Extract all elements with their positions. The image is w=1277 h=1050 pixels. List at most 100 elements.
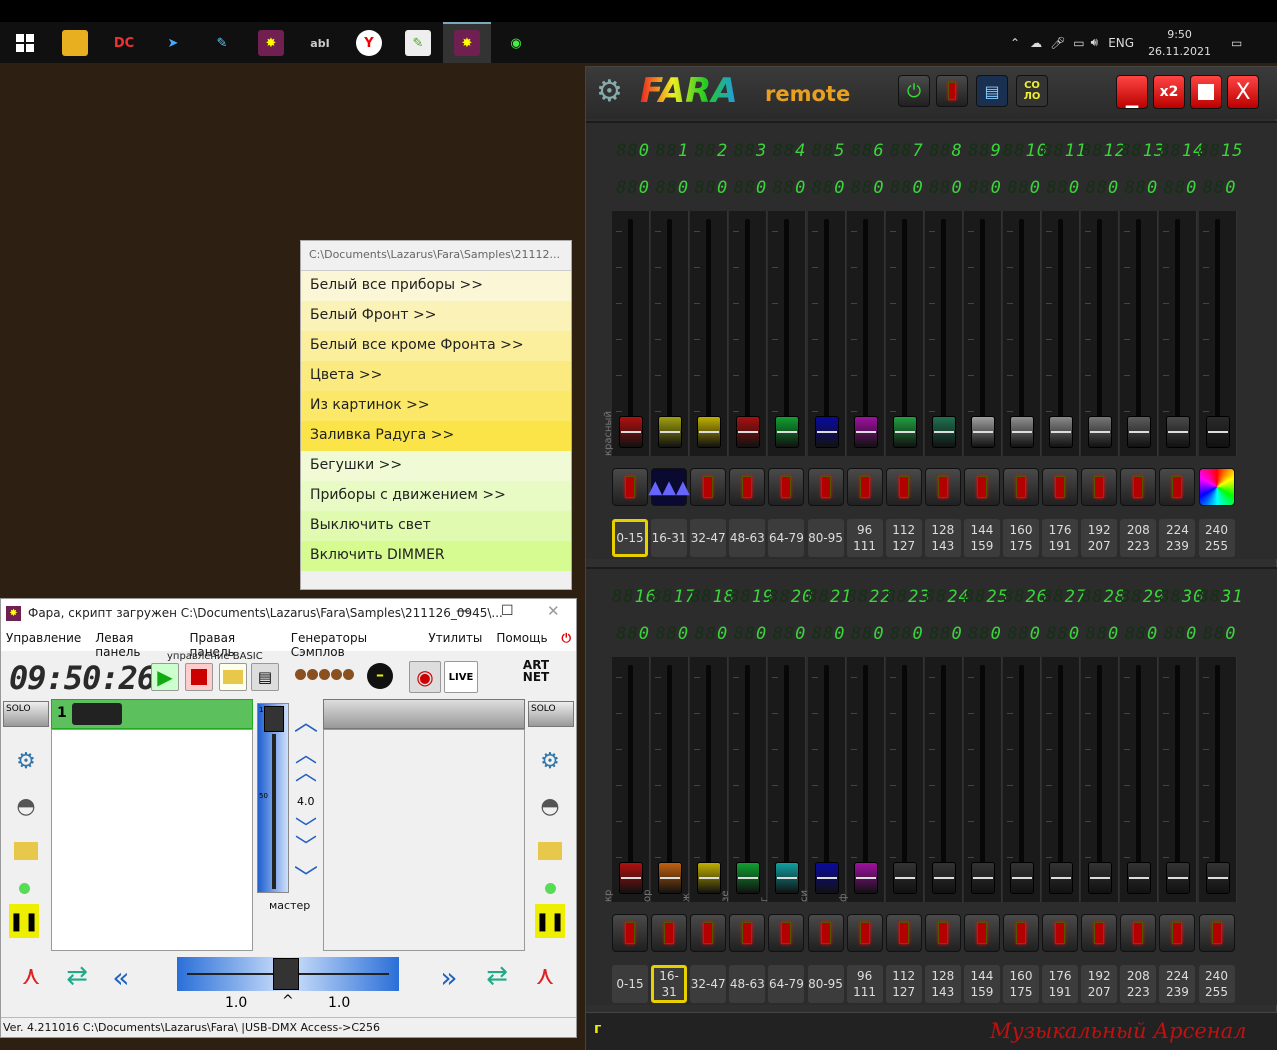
channel-toggle-button[interactable] (846, 914, 883, 952)
channel-toggle-button[interactable] (690, 914, 727, 952)
right-solo-button[interactable]: SOLO (528, 701, 574, 727)
channel-fader[interactable] (1198, 211, 1237, 456)
page-select-button[interactable]: 112 127 (885, 519, 922, 557)
live-button[interactable]: LIVE (444, 661, 478, 693)
left-rewind-icon[interactable]: « (103, 961, 139, 997)
page-select-button[interactable]: 240 255 (1198, 965, 1235, 1003)
popup-menu-item[interactable]: Выключить свет (301, 511, 571, 541)
minimize-icon[interactable]: — (456, 603, 470, 619)
page-select-button[interactable]: 192 207 (1081, 965, 1118, 1003)
left-solo-button[interactable]: SOLO (3, 701, 49, 727)
left-gauge-icon[interactable]: ◓ (9, 789, 43, 823)
page-select-button[interactable]: 48-63 (729, 965, 766, 1003)
channel-fader[interactable] (729, 211, 768, 456)
popup-menu-item[interactable]: Белый Фронт >> (301, 301, 571, 331)
record-button[interactable] (936, 75, 968, 107)
popup-menu-item[interactable]: Цвета >> (301, 361, 571, 391)
page-select-button[interactable]: 176 191 (1042, 965, 1079, 1003)
maximize-icon[interactable]: ☐ (501, 603, 514, 619)
page-select-button[interactable]: 160 175 (1003, 519, 1039, 557)
right-folder-icon[interactable] (533, 834, 567, 868)
file-explorer-icon[interactable] (62, 30, 88, 56)
fader-knob[interactable] (854, 417, 877, 447)
channel-fader[interactable] (651, 211, 690, 456)
master-fader-knob[interactable] (264, 706, 284, 732)
speed-down-fast-button[interactable]: ﹀ ﹀ (294, 819, 318, 859)
left-swap-icon[interactable]: ⇄ (59, 961, 95, 997)
menu-control[interactable]: Управление (6, 631, 81, 649)
page-select-button[interactable]: 16-31 (651, 519, 688, 557)
channel-toggle-button[interactable] (729, 468, 766, 506)
fader-knob[interactable] (620, 417, 642, 447)
channel-toggle-button[interactable] (1003, 914, 1039, 952)
notification-icon[interactable]: ▭ (1231, 36, 1242, 50)
fader-knob[interactable] (932, 863, 955, 893)
speed-down-button[interactable]: ﹀ (294, 866, 318, 893)
speed-up-fast-button[interactable]: ︿ ︿ (294, 745, 318, 785)
channel-fader[interactable] (1120, 211, 1159, 456)
close-button[interactable]: X (1227, 75, 1259, 109)
menu-help[interactable]: Помощь (496, 631, 547, 649)
channel-toggle-button[interactable]: ▲▲▲ (648, 468, 690, 506)
gear-icon[interactable]: ⚙ (596, 77, 623, 107)
page-select-button[interactable]: 144 159 (963, 965, 1000, 1003)
maximize-button[interactable] (1190, 75, 1222, 109)
popup-menu-item[interactable]: Заливка Радуга >> (301, 421, 571, 451)
windows-start-icon[interactable] (12, 30, 38, 56)
fader-knob[interactable] (893, 417, 916, 447)
channel-fader[interactable] (1003, 657, 1041, 902)
fader-knob[interactable] (1089, 863, 1112, 893)
fader-knob[interactable] (815, 863, 838, 893)
page-select-button[interactable]: 112 127 (885, 965, 922, 1003)
stop-button[interactable] (185, 663, 213, 691)
x2-button[interactable]: x2 (1153, 75, 1185, 109)
page-select-button[interactable]: 80-95 (807, 519, 844, 557)
channel-fader[interactable]: зе (720, 657, 768, 902)
channel-fader[interactable] (1042, 657, 1081, 902)
moving-head-button[interactable]: ◉ (409, 661, 441, 693)
close-icon[interactable]: ✕ (547, 602, 560, 620)
app-pen-icon[interactable]: ✎ (405, 30, 431, 56)
right-crossfade-icon[interactable]: ⋏ (527, 961, 563, 997)
page-select-button[interactable]: 240 255 (1198, 519, 1235, 557)
fader-knob[interactable] (698, 863, 721, 893)
play-button[interactable]: ▶ (151, 663, 179, 691)
fader-knob[interactable] (1050, 863, 1073, 893)
channel-fader[interactable]: г (759, 657, 807, 902)
page-select-button[interactable]: 32-47 (690, 965, 727, 1003)
fader-knob[interactable] (1011, 417, 1033, 447)
open-folder-button[interactable] (219, 663, 247, 691)
channel-fader[interactable]: красный (603, 211, 650, 456)
channel-fader[interactable] (768, 211, 807, 456)
fader-knob[interactable] (1050, 417, 1073, 447)
crossfader-knob[interactable] (273, 958, 299, 990)
menu-right-panel[interactable]: Правая панель (190, 631, 277, 659)
channel-fader[interactable]: кр (603, 657, 650, 902)
channel-toggle-button[interactable] (768, 914, 805, 952)
clock[interactable]: 9:50 26.11.2021 (1148, 26, 1211, 60)
channel-toggle-button[interactable] (1198, 468, 1235, 506)
channel-toggle-button[interactable] (1120, 914, 1157, 952)
channel-toggle-button[interactable] (612, 468, 648, 506)
page-select-button[interactable]: 128 143 (924, 965, 961, 1003)
channel-toggle-button[interactable] (612, 914, 648, 952)
fader-knob[interactable] (1167, 417, 1190, 447)
knob-icon[interactable]: – (367, 663, 393, 689)
channel-fader[interactable] (963, 211, 1002, 456)
channel-toggle-button[interactable] (885, 468, 922, 506)
fader-knob[interactable] (971, 863, 994, 893)
power-button[interactable]: ⏻ (898, 75, 930, 107)
page-select-button[interactable]: 224 239 (1159, 519, 1196, 557)
page-select-button[interactable]: 64-79 (768, 519, 805, 557)
channel-toggle-button[interactable] (651, 914, 688, 952)
fader-knob[interactable] (971, 417, 994, 447)
page-select-button[interactable]: 208 223 (1120, 519, 1157, 557)
channel-fader[interactable] (1081, 657, 1120, 902)
microphone-icon[interactable]: 🎤︎ (1050, 36, 1065, 50)
popup-menu-item[interactable]: Из картинок >> (301, 391, 571, 421)
page-select-button[interactable]: 160 175 (1003, 965, 1039, 1003)
left-folder-icon[interactable] (9, 834, 43, 868)
fara-active-icon[interactable]: ✸ (454, 30, 480, 56)
channel-toggle-button[interactable] (729, 914, 766, 952)
channel-fader[interactable] (1120, 657, 1159, 902)
